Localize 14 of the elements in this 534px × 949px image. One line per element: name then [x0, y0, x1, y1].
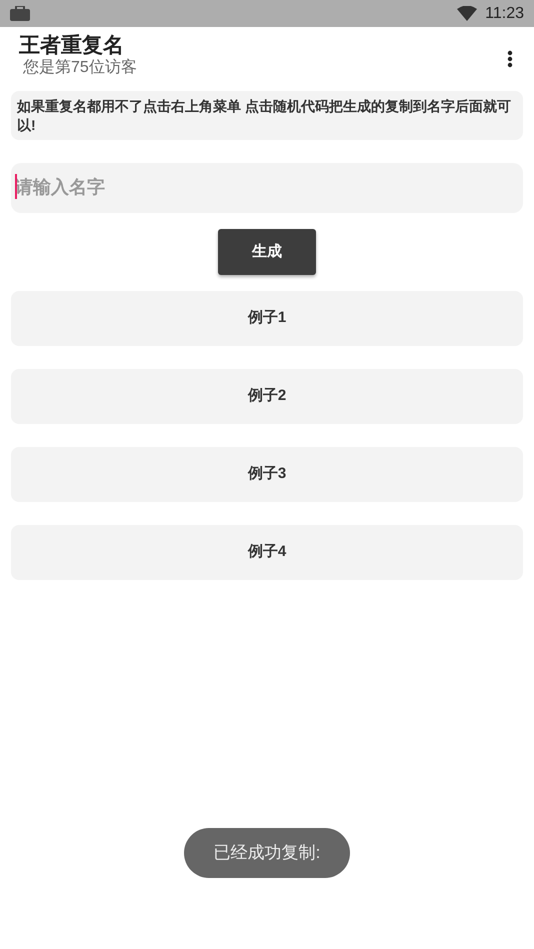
- wifi-icon: [457, 6, 478, 21]
- example-button[interactable]: 例子2: [11, 368, 523, 424]
- briefcase-icon: [10, 6, 30, 21]
- notice-text: 如果重复名都用不了点击右上角菜单 点击随机代码把生成的复制到名字后面就可以!: [11, 91, 523, 140]
- toast-message: 已经成功复制:: [184, 828, 350, 878]
- name-input-field[interactable]: 请输入名字: [11, 162, 523, 213]
- example-button[interactable]: 例子3: [11, 446, 523, 502]
- more-menu-icon[interactable]: [507, 50, 513, 68]
- visitor-count: 您是第75位访客: [23, 58, 137, 78]
- example-button[interactable]: 例子4: [11, 524, 523, 580]
- example-button[interactable]: 例子1: [11, 290, 523, 346]
- app-title: 王者重复名: [19, 33, 125, 58]
- status-time: 11:23: [485, 4, 524, 24]
- generate-button[interactable]: 生成: [218, 228, 316, 275]
